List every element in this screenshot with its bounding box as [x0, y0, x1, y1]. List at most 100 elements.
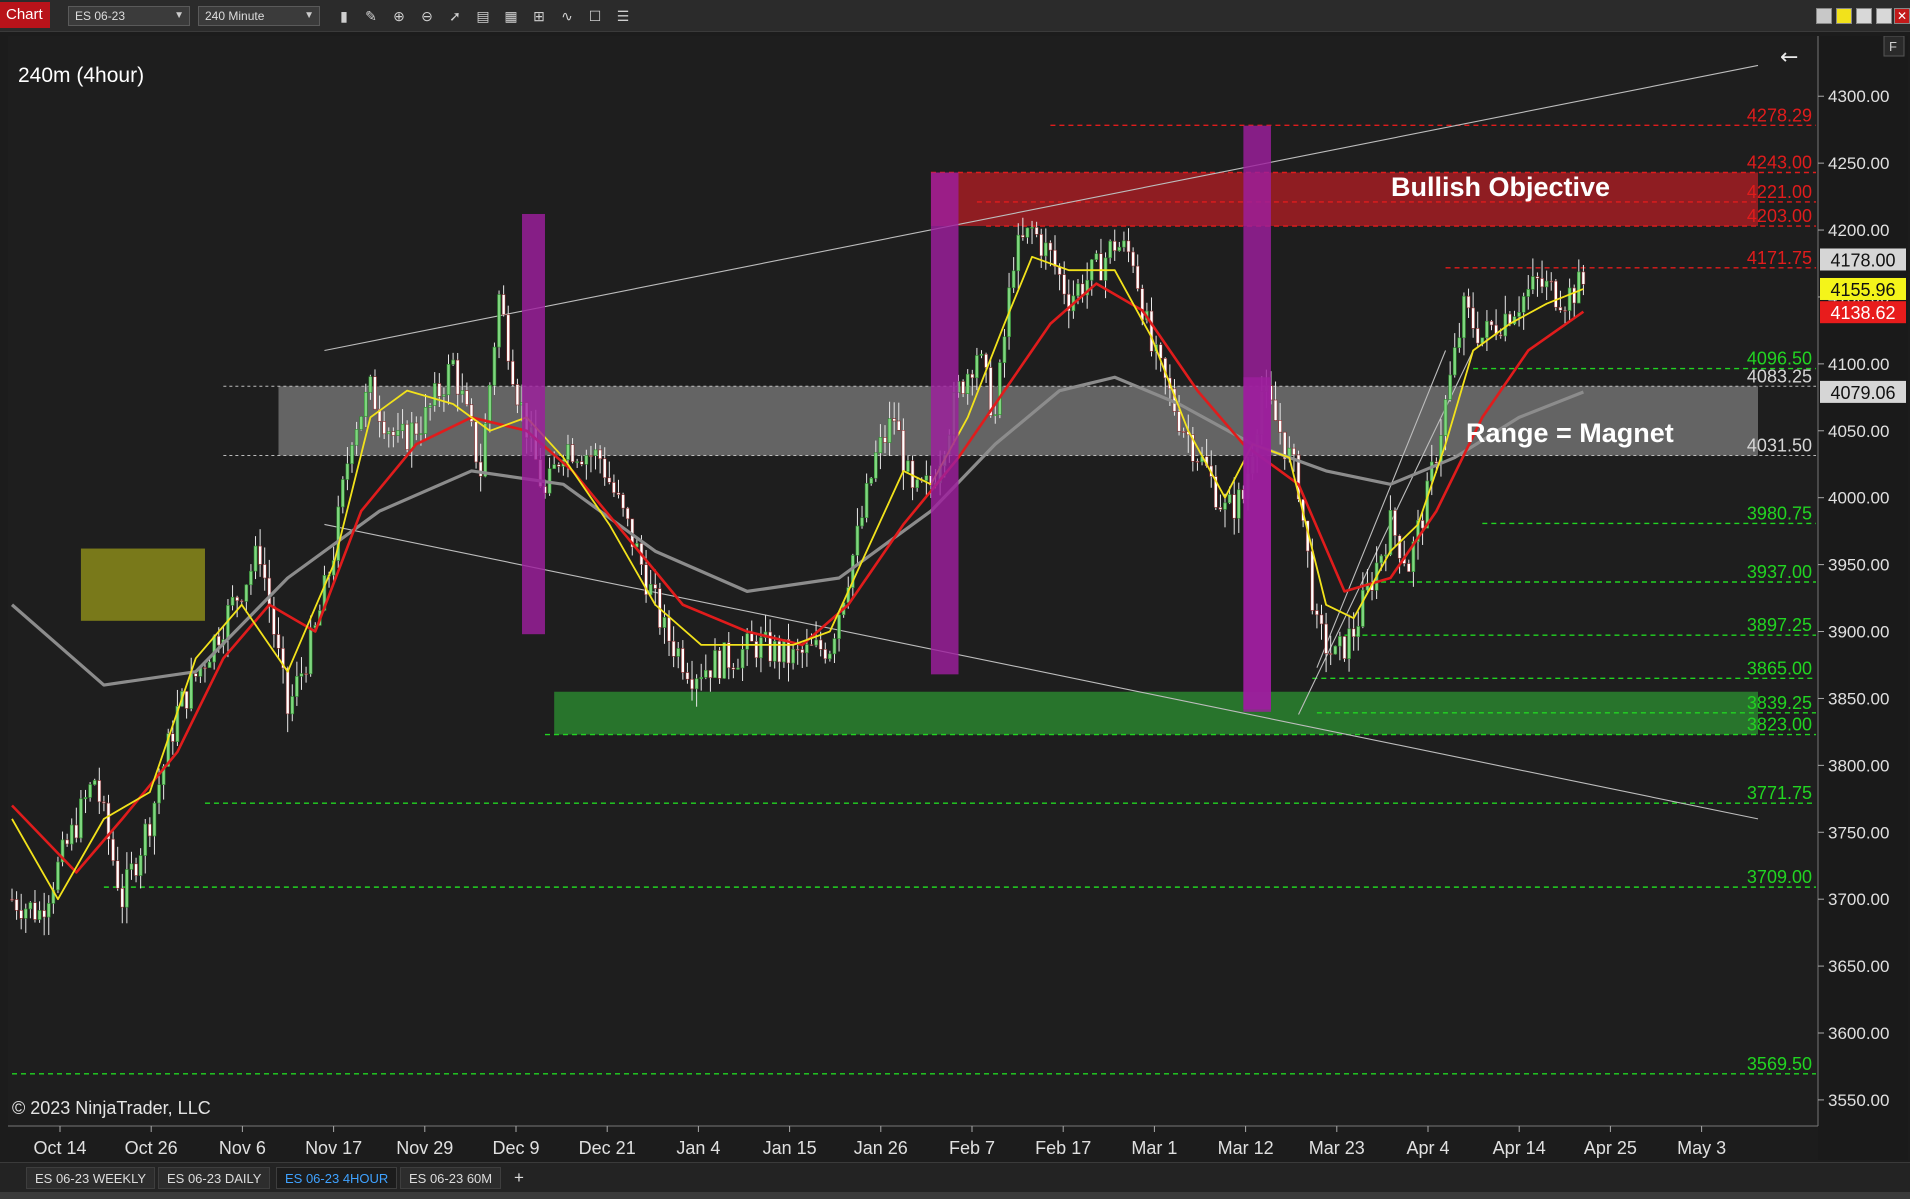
candle-body: [1103, 257, 1108, 281]
x-tick-label: Jan 4: [676, 1138, 720, 1158]
moving-averages-layer: [10, 255, 1585, 901]
candle-body: [1177, 411, 1181, 432]
back-arrow-icon[interactable]: ←: [1780, 45, 1798, 70]
candle-body: [497, 294, 501, 348]
slow-moving-average-line: [11, 282, 1585, 874]
fast-moving-average-line: [11, 255, 1584, 901]
candle-body: [575, 461, 579, 463]
properties-icon[interactable]: ☐: [584, 5, 606, 27]
candle-body: [874, 452, 878, 479]
instrument-select[interactable]: ES 06-23 ▼: [68, 6, 190, 26]
candle-body: [189, 673, 193, 709]
pointer-icon[interactable]: ➚: [444, 5, 466, 27]
candle-body: [354, 429, 359, 446]
candle-body: [152, 802, 157, 837]
candle-body: [492, 346, 497, 386]
candle-body: [308, 627, 313, 675]
candle-body: [1011, 270, 1016, 289]
resistance-level-label: 4243.00: [1747, 153, 1812, 173]
zoom-in-icon[interactable]: ⊕: [388, 5, 410, 27]
add-tab-button[interactable]: +: [508, 1167, 530, 1189]
candle-body: [1379, 555, 1384, 564]
candle-body: [386, 431, 391, 435]
x-tick-label: Mar 23: [1309, 1138, 1365, 1158]
candle-body: [1218, 507, 1223, 510]
candle-body: [28, 902, 33, 910]
support-level-label: 3709.00: [1747, 867, 1812, 887]
f-button[interactable]: F: [1889, 39, 1897, 54]
candle-body: [267, 577, 272, 607]
candle-body: [667, 617, 671, 642]
candle-body: [138, 855, 143, 876]
candle-body: [1420, 520, 1425, 529]
candle-body: [1581, 271, 1586, 285]
candle-body: [1443, 399, 1448, 436]
indicators-icon[interactable]: ⊞: [528, 5, 550, 27]
candle-body: [239, 600, 244, 603]
price-marker-label: 4155.96: [1830, 280, 1895, 300]
candle-body: [818, 639, 823, 650]
tab-4hour[interactable]: ES 06-23 4HOUR: [276, 1167, 398, 1189]
candle-body: [1384, 554, 1388, 557]
candle-body: [671, 640, 676, 657]
tab-weekly[interactable]: ES 06-23 WEEKLY: [26, 1167, 156, 1189]
candle-body: [754, 641, 759, 659]
data-box-icon[interactable]: ▤: [472, 5, 494, 27]
candle-body: [1292, 447, 1296, 456]
support-level-label: 3569.50: [1747, 1054, 1812, 1074]
templates-icon[interactable]: ▦: [500, 5, 522, 27]
candle-body: [1503, 313, 1508, 337]
tab-daily[interactable]: ES 06-23 DAILY: [158, 1167, 271, 1189]
candle-body: [915, 479, 919, 489]
price-chart[interactable]: 4278.294243.004221.004203.004171.754096.…: [8, 36, 1910, 1160]
candle-body: [690, 678, 694, 690]
candle-body: [1039, 234, 1044, 257]
candle-body: [676, 648, 681, 657]
candle-body: [1554, 280, 1558, 308]
drawing-tool-icon[interactable]: ✎: [360, 5, 382, 27]
candle-body: [262, 564, 267, 579]
maximize-button[interactable]: [1876, 8, 1892, 24]
candle-body: [1475, 328, 1480, 344]
candle-body: [115, 860, 120, 889]
timeframe-select[interactable]: 240 Minute ▼: [198, 6, 320, 26]
candle-body: [120, 887, 125, 908]
chart-panel[interactable]: 4278.29 4243.00 4221.00 4203.00 4171.75 4096.…: [8, 36, 1908, 1160]
resistance-level-label: 4278.29: [1747, 105, 1812, 125]
candle-body: [42, 910, 46, 918]
bullish-objective-label: Bullish Objective: [1391, 172, 1610, 202]
close-button[interactable]: ✕: [1894, 8, 1910, 24]
candle-body: [782, 638, 786, 663]
candle-body: [924, 475, 929, 481]
app-label[interactable]: Chart: [0, 2, 50, 28]
zones-layer: [80, 172, 1758, 735]
candle-body: [556, 464, 561, 467]
tab-60m[interactable]: ES 06-23 60M: [400, 1167, 502, 1189]
candle-body: [1485, 320, 1489, 339]
y-tick-label: 4050.00: [1828, 422, 1889, 441]
horizontal-scrollbar[interactable]: [0, 1192, 1910, 1199]
tile-window-button[interactable]: [1816, 8, 1832, 24]
candle-body: [759, 637, 763, 659]
list-icon[interactable]: ☰: [612, 5, 634, 27]
price-marker-label: 4079.06: [1830, 383, 1895, 403]
candle-body: [212, 635, 216, 663]
candle-body: [1489, 320, 1494, 326]
candle-body: [455, 359, 460, 395]
candle-body: [23, 908, 28, 919]
link-color-button[interactable]: [1836, 8, 1852, 24]
strategies-icon[interactable]: ∿: [556, 5, 578, 27]
candle-body: [97, 780, 102, 803]
candle-body: [1429, 461, 1434, 482]
support-level-label: 3937.00: [1747, 562, 1812, 582]
candle-body: [442, 394, 446, 397]
candle-body: [391, 431, 396, 436]
candle-body: [722, 642, 726, 679]
candle-body: [437, 383, 442, 397]
candle-body: [823, 649, 828, 660]
bar-type-icon[interactable]: ▮: [333, 5, 355, 27]
candle-body: [1563, 310, 1567, 312]
candle-body: [74, 824, 79, 839]
zoom-out-icon[interactable]: ⊖: [416, 5, 438, 27]
minimize-button[interactable]: [1856, 8, 1872, 24]
